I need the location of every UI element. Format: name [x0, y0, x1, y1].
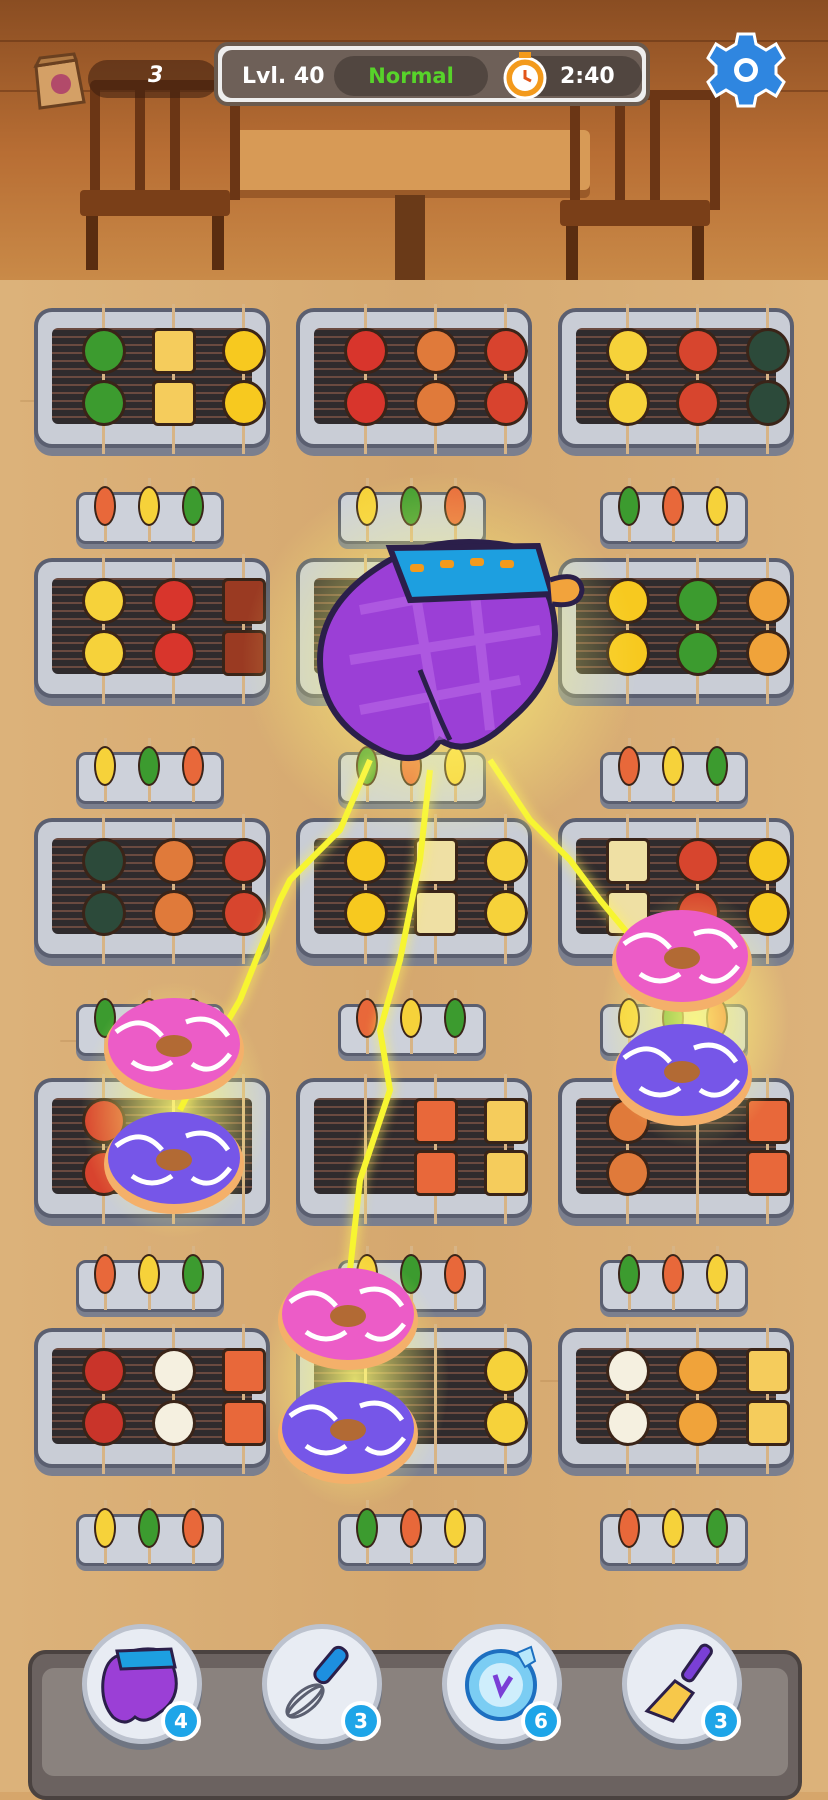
purple-donut[interactable]: [276, 1376, 420, 1486]
booster-count: 6: [521, 1701, 561, 1741]
whisk-booster-button[interactable]: 3: [262, 1624, 382, 1744]
pink-donut[interactable]: [276, 1262, 420, 1372]
pink-donut[interactable]: [102, 992, 246, 1102]
pink-donut[interactable]: [610, 904, 754, 1014]
spatula-booster-button[interactable]: 3: [622, 1624, 742, 1744]
purple-donut[interactable]: [102, 1106, 246, 1216]
oven-mitt-icon: [316, 539, 585, 761]
booster-count: 3: [701, 1701, 741, 1741]
frozen-clock-booster-button[interactable]: 6: [442, 1624, 562, 1744]
booster-count: 3: [341, 1701, 381, 1741]
booster-count: 4: [161, 1701, 201, 1741]
purple-donut[interactable]: [610, 1018, 754, 1128]
lightning-bolts: [177, 758, 653, 1271]
oven-mitt-booster-button[interactable]: 4: [82, 1624, 202, 1744]
